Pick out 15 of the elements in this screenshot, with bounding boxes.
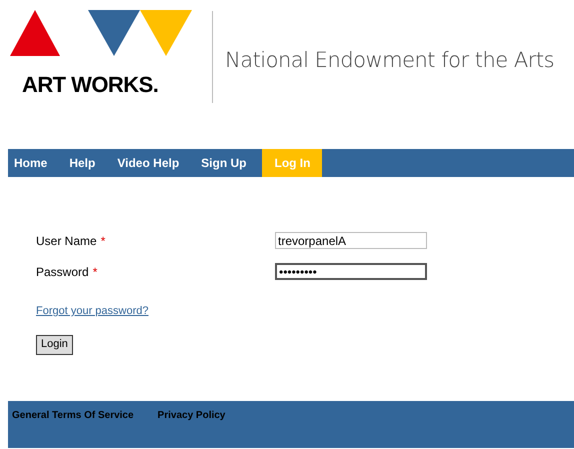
nav-tab[interactable]: Sign Up	[195, 149, 252, 177]
input-field[interactable]: •••••••••	[275, 263, 427, 280]
nav-tab[interactable]: Help	[63, 149, 102, 177]
nav-tab[interactable]: Video Help	[111, 149, 186, 177]
forgot-password-link[interactable]: Forgot your password?	[36, 303, 148, 320]
login-button[interactable]: Login	[36, 334, 73, 354]
footer-link[interactable]: Privacy Policy	[158, 408, 226, 423]
art-works-wordmark: ART WORKS.	[22, 74, 160, 96]
agency-name: National Endowment for the Arts	[225, 47, 554, 74]
triangles-logo-icon	[8, 8, 192, 56]
nav-tab[interactable]: Home	[8, 149, 54, 177]
field-label: User Name *	[36, 232, 106, 250]
field-label: Password *	[36, 264, 98, 280]
input-field[interactable]: trevorpanelA	[275, 232, 427, 249]
footer-link[interactable]: General Terms Of Service	[12, 408, 134, 423]
